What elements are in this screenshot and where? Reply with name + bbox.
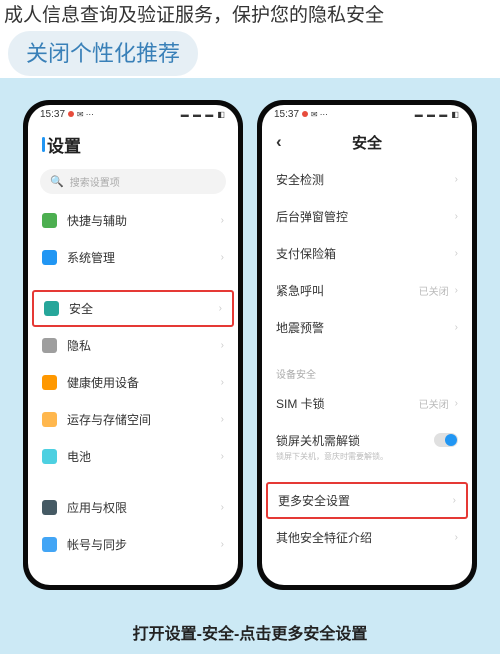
- menu-item-shortcuts[interactable]: 快捷与辅助 ›: [28, 202, 238, 239]
- battery-icon: [42, 449, 57, 464]
- shortcut-icon: [42, 213, 57, 228]
- system-icon: [42, 250, 57, 265]
- phone-right: 15:37 ✉ ⋯ ▬ ▬ ▬ ◧ ‹ 安全 安全检测 › 后台弹窗管控 › 支…: [257, 100, 477, 590]
- status-bar: 15:37 ✉ ⋯ ▬ ▬ ▬ ◧: [28, 105, 238, 122]
- chevron-icon: ›: [221, 502, 224, 513]
- phone-right-screen: 15:37 ✉ ⋯ ▬ ▬ ▬ ◧ ‹ 安全 安全检测 › 后台弹窗管控 › 支…: [262, 105, 472, 585]
- chevron-icon: ›: [221, 451, 224, 462]
- menu-item-battery[interactable]: 电池 ›: [28, 438, 238, 475]
- chevron-icon: ›: [221, 340, 224, 351]
- menu-item-sim-lock[interactable]: SIM 卡锁 已关闭 ›: [262, 385, 472, 422]
- chevron-icon: ›: [221, 377, 224, 388]
- chevron-icon: ›: [455, 174, 458, 185]
- menu-item-system[interactable]: 系统管理 ›: [28, 239, 238, 276]
- menu-item-lockscreen-unlock[interactable]: 锁屏关机需解锁: [262, 422, 472, 451]
- chevron-icon: ›: [219, 303, 222, 314]
- phone-left-screen: 15:37 ✉ ⋯ ▬ ▬ ▬ ◧ 设置 🔍 搜索设置项 快捷与辅助 ›: [28, 105, 238, 585]
- status-bar: 15:37 ✉ ⋯ ▬ ▬ ▬ ◧: [262, 105, 472, 122]
- lockscreen-subtext: 锁屏下关机，意庆时需要解锁。: [262, 451, 472, 468]
- menu-item-more-security[interactable]: 更多安全设置 ›: [266, 482, 468, 519]
- back-icon[interactable]: ‹: [276, 132, 282, 152]
- menu-item-earthquake[interactable]: 地震预警 ›: [262, 309, 472, 346]
- menu-item-popup-control[interactable]: 后台弹窗管控 ›: [262, 198, 472, 235]
- page-header: 设置: [28, 122, 238, 165]
- settings-menu: 快捷与辅助 › 系统管理 › 安全 › 隐私 ›: [28, 202, 238, 585]
- chevron-icon: ›: [221, 252, 224, 263]
- phone-left: 15:37 ✉ ⋯ ▬ ▬ ▬ ◧ 设置 🔍 搜索设置项 快捷与辅助 ›: [23, 100, 243, 590]
- menu-item-storage[interactable]: 运存与存储空间 ›: [28, 401, 238, 438]
- toggle-switch[interactable]: [434, 433, 458, 447]
- chevron-icon: ›: [455, 248, 458, 259]
- account-icon: [42, 537, 57, 552]
- menu-item-security[interactable]: 安全 ›: [32, 290, 234, 327]
- intro-text: 成人信息查询及验证服务，保护您的隐私安全 关闭个性化推荐: [0, 0, 500, 78]
- menu-item-apps[interactable]: 应用与权限 ›: [28, 489, 238, 526]
- menu-item-account[interactable]: 帐号与同步 ›: [28, 526, 238, 563]
- search-placeholder: 搜索设置项: [70, 174, 120, 189]
- menu-item-payment-safe[interactable]: 支付保险箱 ›: [262, 235, 472, 272]
- page-title: 安全: [352, 132, 382, 153]
- search-icon: 🔍: [50, 175, 64, 188]
- privacy-icon: [42, 338, 57, 353]
- menu-item-health[interactable]: 健康使用设备 ›: [28, 364, 238, 401]
- menu-item-security-check[interactable]: 安全检测 ›: [262, 161, 472, 198]
- accent-bar-icon: [42, 137, 45, 152]
- security-menu: 安全检测 › 后台弹窗管控 › 支付保险箱 › 紧急呼叫 已关闭 › 地震预: [262, 161, 472, 585]
- chevron-icon: ›: [455, 211, 458, 222]
- storage-icon: [42, 412, 57, 427]
- menu-item-other-security[interactable]: 其他安全特征介绍 ›: [262, 519, 472, 556]
- chevron-icon: ›: [455, 285, 458, 296]
- chevron-icon: ›: [455, 322, 458, 333]
- instruction-caption: 打开设置-安全-点击更多安全设置: [0, 600, 500, 654]
- phones-container: 15:37 ✉ ⋯ ▬ ▬ ▬ ◧ 设置 🔍 搜索设置项 快捷与辅助 ›: [0, 78, 500, 600]
- chevron-icon: ›: [221, 539, 224, 550]
- close-personalization-button[interactable]: 关闭个性化推荐: [8, 31, 198, 76]
- section-device-security: 设备安全: [262, 360, 472, 385]
- chevron-icon: ›: [455, 532, 458, 543]
- menu-item-emergency[interactable]: 紧急呼叫 已关闭 ›: [262, 272, 472, 309]
- security-icon: [44, 301, 59, 316]
- page-title: 设置: [47, 132, 81, 157]
- apps-icon: [42, 500, 57, 515]
- chevron-icon: ›: [221, 414, 224, 425]
- health-icon: [42, 375, 57, 390]
- chevron-icon: ›: [455, 398, 458, 409]
- chevron-icon: ›: [453, 495, 456, 506]
- menu-item-privacy[interactable]: 隐私 ›: [28, 327, 238, 364]
- chevron-icon: ›: [221, 215, 224, 226]
- page-header: ‹ 安全: [262, 122, 472, 161]
- search-input[interactable]: 🔍 搜索设置项: [40, 169, 226, 194]
